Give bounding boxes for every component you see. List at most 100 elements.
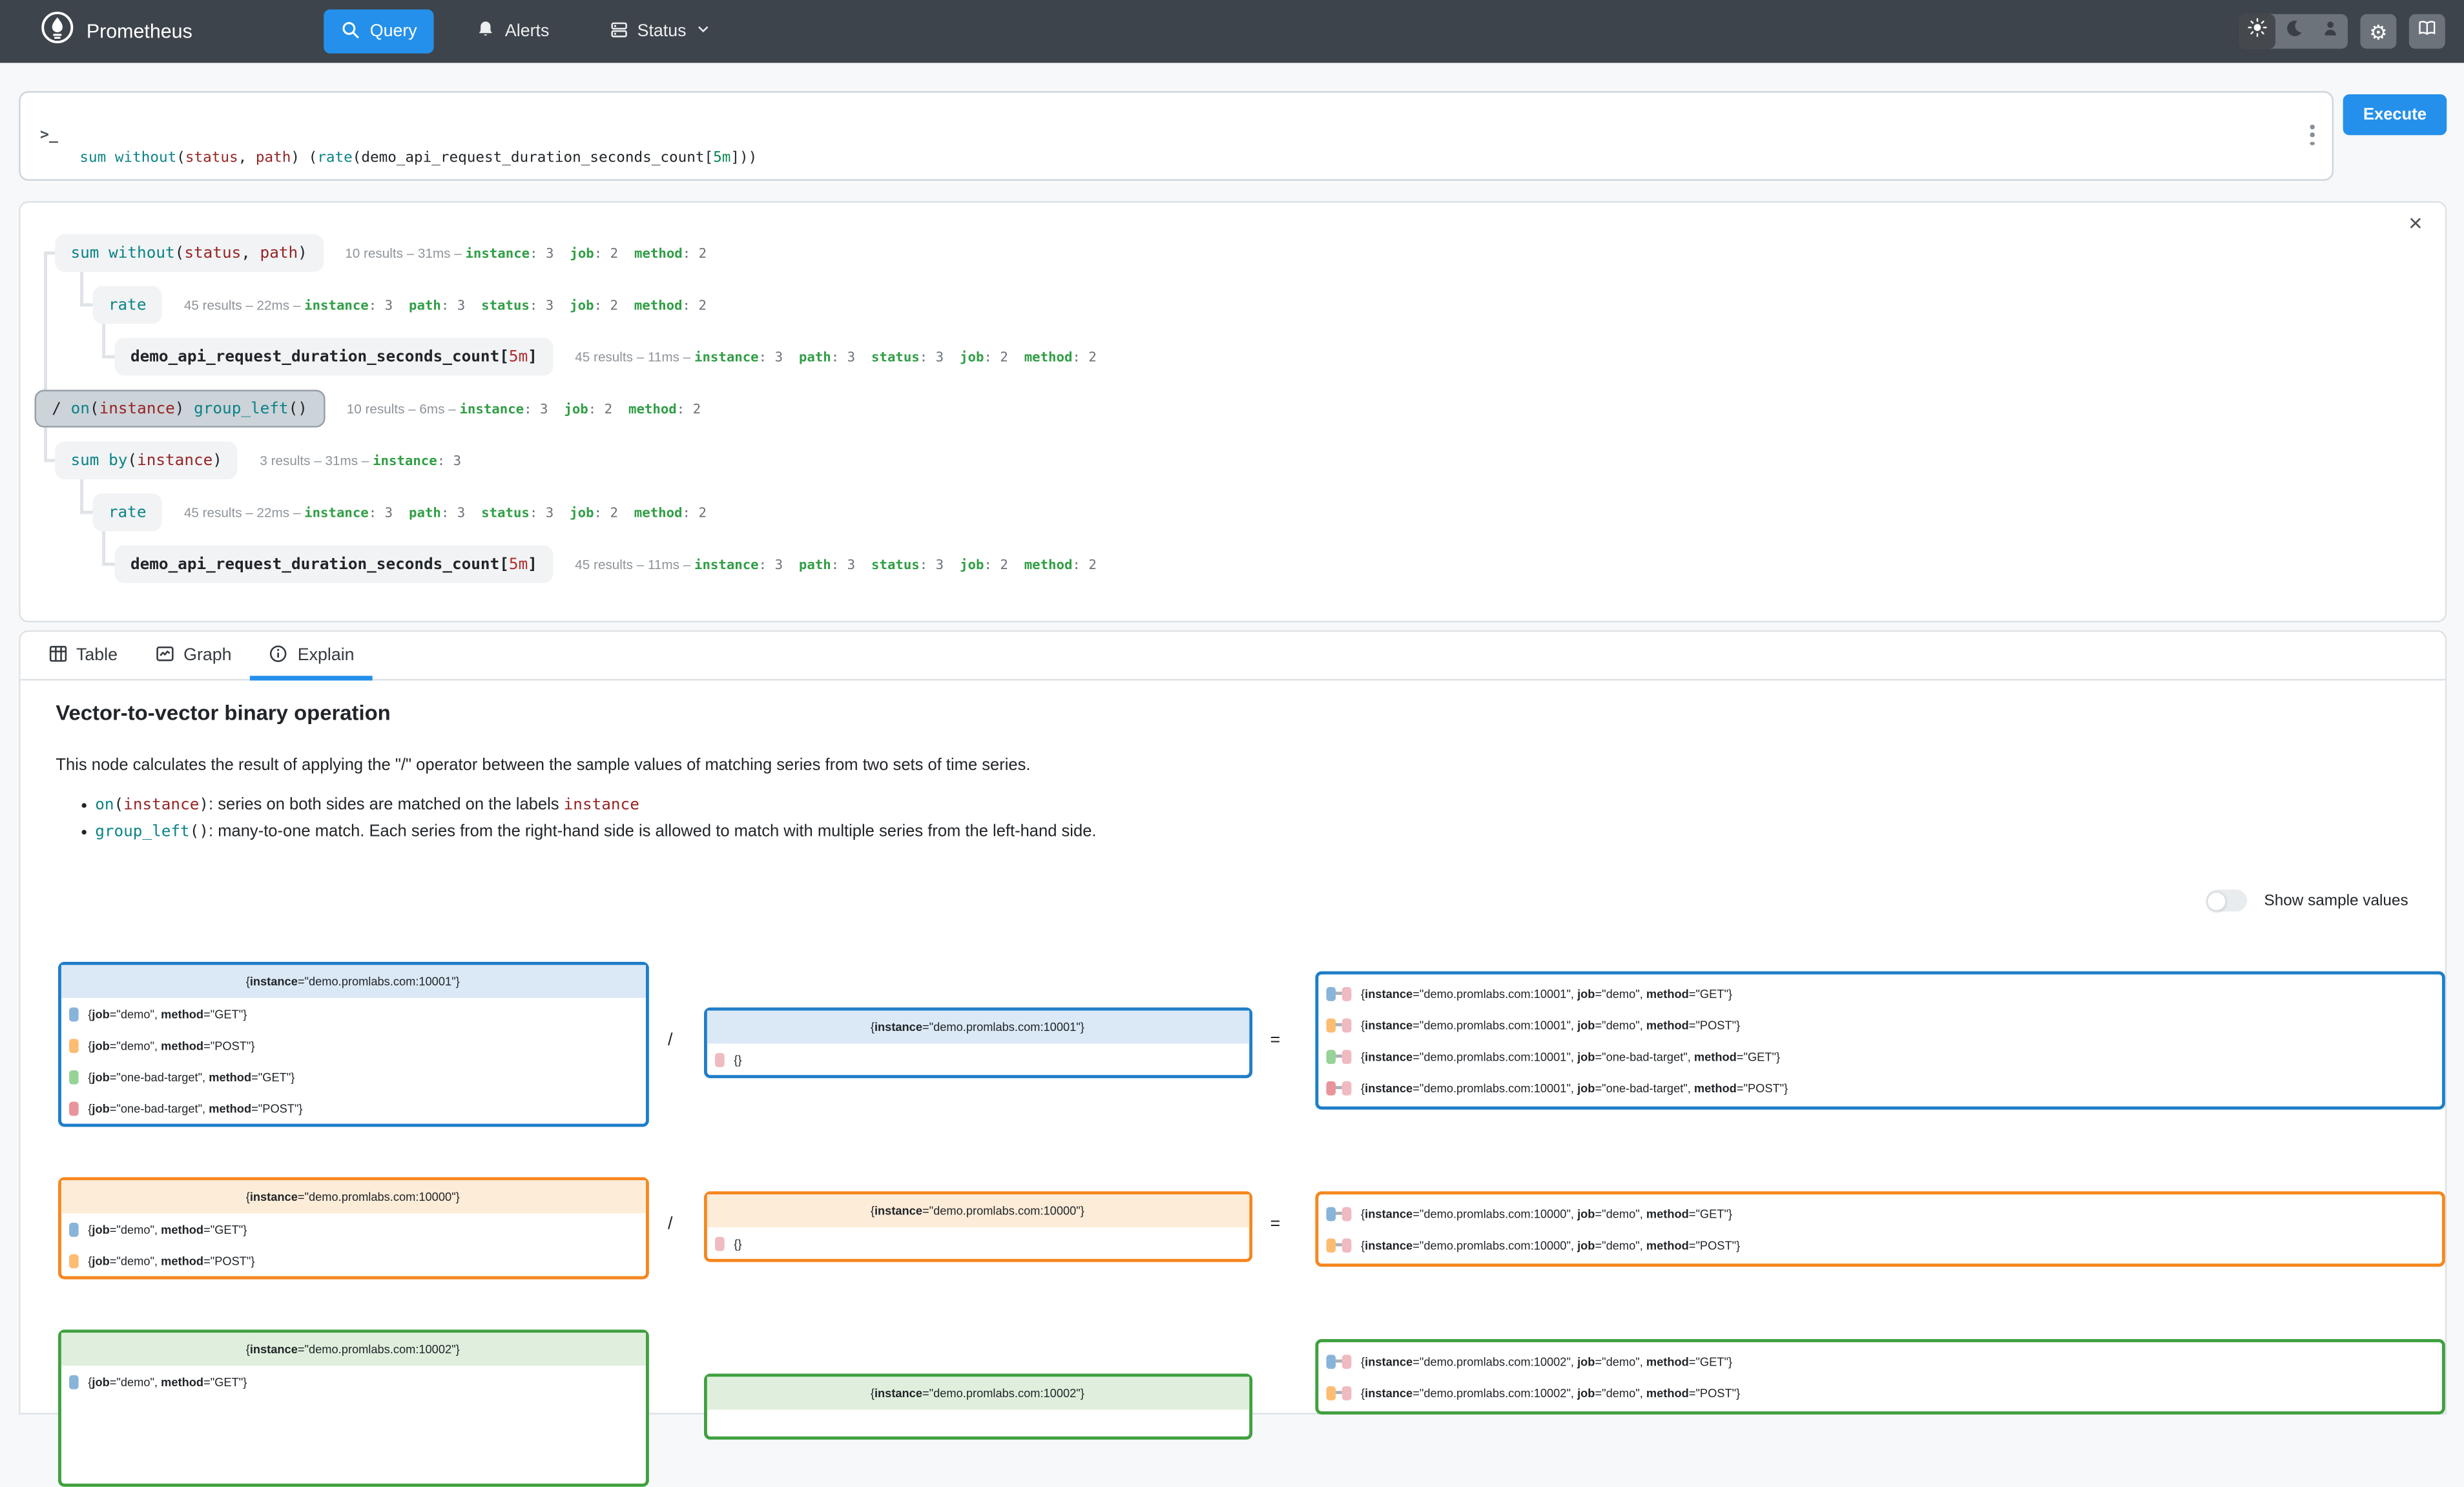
tab-table[interactable]: Table [29,632,136,679]
tree-connector [44,459,55,462]
tree-node-pill-selected[interactable]: / on(instance) group_left() [35,390,325,427]
tree-node-sum-without: sum without(status, path) 10 results – 3… [55,234,707,272]
series-box-header: {instance="demo.promlabs.com:10001"} [707,1010,1248,1043]
swatch-pair [1325,1206,1351,1220]
moon-icon [2284,17,2303,46]
tree-node-stats: 3 results – 31ms – instance: 3 [260,452,461,469]
theme-dark-button[interactable] [2275,14,2312,49]
toggle-knob [2207,890,2228,911]
tree-node-binary-op-selected: / on(instance) group_left() 10 results –… [35,390,701,427]
result-series-row: {instance="demo.promlabs.com:10002", job… [1318,1346,2441,1377]
tab-explain[interactable]: Explain [251,632,373,679]
series-box-header: {instance="demo.promlabs.com:10000"} [61,1180,645,1213]
rhs-series-box-10002: {instance="demo.promlabs.com:10002"} [703,1373,1252,1439]
series-box-header: {instance="demo.promlabs.com:10002"} [707,1377,1248,1409]
tree-connector [80,304,92,307]
tree-node-selector-1: demo_api_request_duration_seconds_count[… [115,338,1097,375]
equals-sign: = [1270,1031,1281,1050]
series-box-header: {instance="demo.promlabs.com:10002"} [61,1333,645,1366]
brand-link[interactable]: Prometheus [41,11,192,52]
chevron-down-icon [696,22,710,41]
tree-connector [102,355,114,359]
show-sample-values-toggle[interactable] [2206,889,2246,911]
result-series-box-10001: {instance="demo.promlabs.com:10001", job… [1314,972,2444,1110]
query-editor-panel: >_ sum without(status, path) (rate(demo_… [18,90,2334,180]
promql-line-1: sum without(status, path) (rate(demo_api… [62,147,757,170]
tree-node-pill[interactable]: demo_api_request_duration_seconds_count[… [115,338,554,375]
tree-node-stats: 45 results – 22ms – instance: 3 path: 3 … [184,296,707,314]
sample-values-toggle-row: Show sample values [2206,889,2408,911]
tab-table-label: Table [76,646,118,665]
tree-connector [102,563,114,566]
tab-bar: Table Graph Explain [19,632,2444,680]
equals-sign: = [1270,1215,1281,1234]
tree-node-pill[interactable]: sum without(status, path) [55,234,323,272]
sun-icon [2247,17,2268,46]
series-color-swatch [68,1006,79,1021]
tree-node-stats: 10 results – 31ms – instance: 3 job: 2 m… [345,244,707,262]
navbar-right-controls: ⚙ [2239,14,2445,49]
result-series-box-10002: {instance="demo.promlabs.com:10002", job… [1314,1339,2444,1415]
series-box-header: {instance="demo.promlabs.com:10000"} [707,1194,1248,1227]
settings-button[interactable]: ⚙ [2360,14,2396,49]
tab-graph[interactable]: Graph [136,632,251,679]
docs-button[interactable] [2409,14,2445,49]
tab-graph-label: Graph [183,646,231,665]
nav-query-button[interactable]: Query [324,10,434,54]
query-tree-panel: × sum without(status, path) 10 results –… [18,200,2446,621]
toggle-label: Show sample values [2264,892,2408,910]
tree-node-pill[interactable]: sum by(instance) [55,442,238,479]
result-series-row: {instance="demo.promlabs.com:10002", job… [1318,1377,2441,1408]
series-color-swatch [68,1070,79,1084]
tree-connector [80,479,83,512]
series-row: {job="one-bad-target", method="POST"} [61,1092,645,1124]
result-series-row: {instance="demo.promlabs.com:10000", job… [1318,1229,2441,1261]
divide-operator: / [668,1031,672,1050]
graph-icon [155,643,174,667]
nav-status-menu[interactable]: Status [592,10,727,54]
tree-connector [80,511,92,514]
execute-button[interactable]: Execute [2343,94,2447,134]
prometheus-logo-icon [41,11,74,52]
series-row: {job="demo", method="GET"} [61,998,645,1030]
tree-node-pill[interactable]: demo_api_request_duration_seconds_count[… [115,545,554,583]
theme-light-button[interactable] [2239,14,2275,49]
tree-node-stats: 45 results – 11ms – instance: 3 path: 3 … [575,348,1097,366]
series-row: {job="one-bad-target", method="GET"} [61,1061,645,1092]
book-icon [2417,17,2438,46]
series-color-swatch [714,1052,725,1066]
series-color-swatch [68,1253,79,1267]
nav-query-label: Query [370,22,417,41]
tree-node-pill[interactable]: rate [93,286,162,324]
prometheus-app: Prometheus Query Alerts Status [0,0,2464,1396]
tree-connector [102,531,105,564]
nav-alerts-label: Alerts [505,22,549,41]
info-icon [269,643,288,667]
nav-status-label: Status [637,22,687,41]
rhs-series-box-10000: {instance="demo.promlabs.com:10000"} {} [703,1191,1252,1262]
results-panel: Table Graph Explain Vector-to-vector bin… [18,630,2446,1415]
swatch-pair [1325,1238,1351,1252]
navbar: Prometheus Query Alerts Status [0,0,2464,63]
series-row: {job="demo", method="POST"} [61,1030,645,1061]
close-icon[interactable]: × [2408,211,2422,234]
tree-node-stats: 10 results – 6ms – instance: 3 job: 2 me… [347,400,701,417]
explain-bullet-on: on(instance): series on both sides are m… [95,795,639,814]
theme-auto-button[interactable] [2312,14,2348,49]
query-options-kebab-icon[interactable] [2306,120,2319,151]
tree-node-pill[interactable]: rate [93,494,162,531]
swatch-pair [1325,986,1351,1001]
nav-alerts-button[interactable]: Alerts [459,10,566,54]
result-series-row: {instance="demo.promlabs.com:10001", job… [1318,977,2441,1009]
result-series-row: {instance="demo.promlabs.com:10000", job… [1318,1198,2441,1229]
series-row: {job="demo", method="GET"} [61,1213,645,1245]
series-color-swatch [68,1038,79,1052]
series-color-swatch [714,1236,725,1251]
result-series-box-10000: {instance="demo.promlabs.com:10000", job… [1314,1191,2444,1267]
lhs-series-box-10002: {instance="demo.promlabs.com:10002"} {jo… [57,1329,648,1486]
series-box-header: {instance="demo.promlabs.com:10001"} [61,965,645,998]
series-row: {job="demo", method="POST"} [61,1245,645,1276]
tree-connector [44,251,47,461]
tree-node-stats: 45 results – 22ms – instance: 3 path: 3 … [184,504,707,521]
explain-heading: Vector-to-vector binary operation [56,701,390,724]
